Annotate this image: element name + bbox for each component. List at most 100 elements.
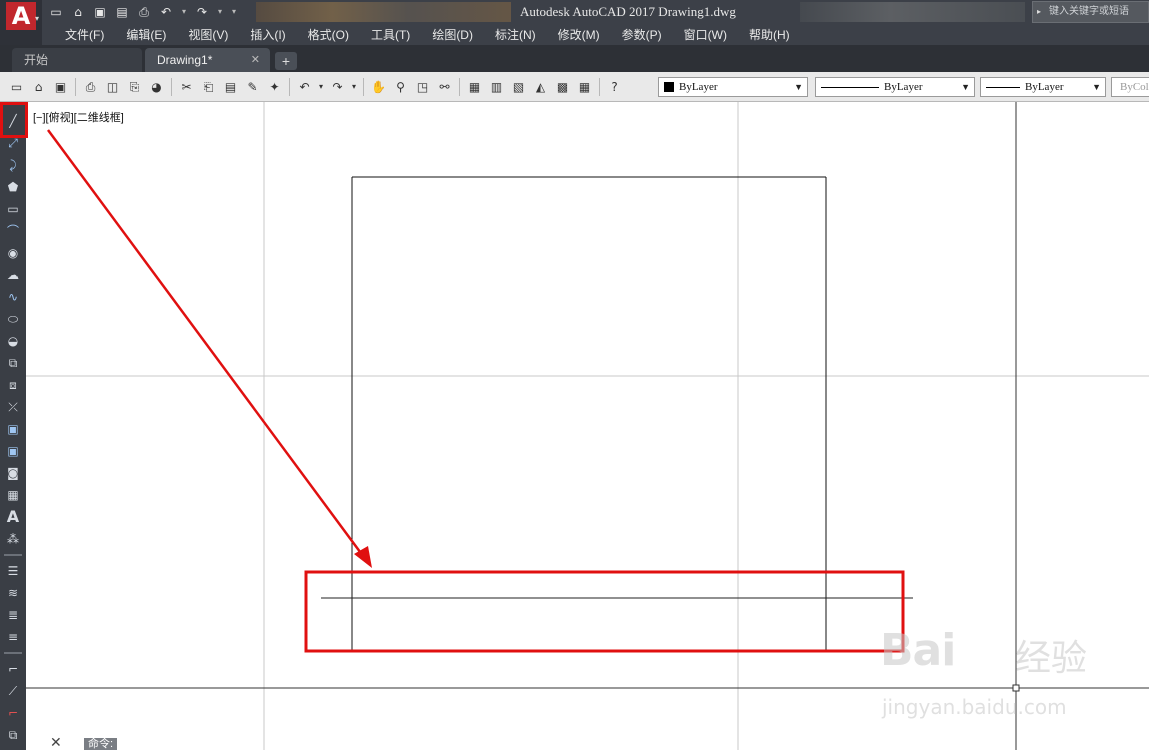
chevron-down-icon: ▼ <box>961 82 970 92</box>
menu-dimension[interactable]: 标注(N) <box>484 26 547 43</box>
print-icon[interactable]: ⎙ <box>134 3 154 21</box>
polygon-icon[interactable]: ⬟ <box>3 178 23 196</box>
open-icon[interactable]: ⌂ <box>68 3 88 21</box>
circle-icon[interactable]: ◉ <box>3 244 23 262</box>
redo-dropdown-icon[interactable]: ▾ <box>214 3 226 21</box>
save-icon[interactable]: ▣ <box>90 3 110 21</box>
ellipse-icon[interactable]: ⬭ <box>3 310 23 328</box>
undo-icon[interactable]: ↶ <box>156 3 176 21</box>
point-icon[interactable]: ⤫ <box>3 398 23 416</box>
publish-icon[interactable]: ⎘ <box>124 77 145 97</box>
menu-draw[interactable]: 绘图(D) <box>421 26 484 43</box>
arc-icon[interactable]: ⌒ <box>3 222 23 240</box>
menu-view[interactable]: 视图(V) <box>177 26 239 43</box>
chevron-down-icon: ▼ <box>794 82 803 92</box>
tool-palettes-icon[interactable]: ▧ <box>508 77 529 97</box>
paste-icon[interactable]: ▤ <box>220 77 241 97</box>
save-file-icon[interactable]: ▣ <box>50 77 71 97</box>
quickcalc-icon[interactable]: ▦ <box>574 77 595 97</box>
insert-block-icon[interactable]: ⧉ <box>3 354 23 372</box>
tab-drawing1-label: Drawing1* <box>157 53 213 67</box>
toolbar-separator <box>459 78 460 96</box>
command-line[interactable]: ✕ 命令: <box>26 733 266 750</box>
table-icon[interactable]: ▦ <box>3 486 23 504</box>
highlight-box-line <box>304 570 905 653</box>
search-input[interactable]: ▸ 键入关键字或短语 <box>1032 1 1149 23</box>
menu-insert[interactable]: 插入(I) <box>239 26 296 43</box>
new-icon[interactable]: ▭ <box>46 3 66 21</box>
spline-icon[interactable]: ∿ <box>3 288 23 306</box>
tab-start-label: 开始 <box>24 53 49 67</box>
title-ribbon-background-right <box>800 2 1025 22</box>
help-icon[interactable]: ? <box>604 77 625 97</box>
color-control-dropdown[interactable]: ByLayer ▼ <box>658 77 808 97</box>
gradient-icon[interactable]: ▣ <box>3 442 23 460</box>
fillet-icon[interactable]: ⌐ <box>3 660 23 678</box>
tab-start[interactable]: 开始 <box>12 48 142 72</box>
plot-preview-icon[interactable]: ◫ <box>102 77 123 97</box>
add-selected-icon[interactable]: ⁂ <box>3 530 23 548</box>
zoom-realtime-icon[interactable]: ⚲ <box>390 77 411 97</box>
menu-window[interactable]: 窗口(W) <box>673 26 738 43</box>
menu-modify[interactable]: 修改(M) <box>547 26 611 43</box>
lineweight-control-dropdown[interactable]: ByLayer ▼ <box>980 77 1106 97</box>
pan-icon[interactable]: ✋ <box>368 77 389 97</box>
ellipse-arc-icon[interactable]: ◒ <box>3 332 23 350</box>
blend-curves-icon[interactable]: ⌐ <box>3 704 23 722</box>
make-block-icon[interactable]: ⧈ <box>3 376 23 394</box>
menu-bar: 文件(F) 编辑(E) 视图(V) 插入(I) 格式(O) 工具(T) 绘图(D… <box>42 24 1149 45</box>
match-properties-icon[interactable]: ✎ <box>242 77 263 97</box>
layer-properties-icon[interactable]: ☰ <box>3 562 23 580</box>
properties-icon[interactable]: ▦ <box>464 77 485 97</box>
layer-previous-icon[interactable]: ≣ <box>3 606 23 624</box>
plotstyle-control-dropdown[interactable]: ByColor <box>1111 77 1149 97</box>
undo-toolbar-dropdown-icon[interactable]: ▾ <box>316 77 326 97</box>
redo-icon[interactable]: ↷ <box>192 3 212 21</box>
menu-parametric[interactable]: 参数(P) <box>611 26 673 43</box>
zoom-window-icon[interactable]: ◳ <box>412 77 433 97</box>
rectangle-icon[interactable]: ▭ <box>3 200 23 218</box>
autocad-logo-icon: A <box>6 2 36 30</box>
undo-toolbar-icon[interactable]: ↶ <box>294 77 315 97</box>
close-icon[interactable]: ✕ <box>50 735 62 750</box>
region-icon[interactable]: ◙ <box>3 464 23 482</box>
menu-tools[interactable]: 工具(T) <box>360 26 421 43</box>
undo-dropdown-icon[interactable]: ▾ <box>178 3 190 21</box>
markup-icon[interactable]: ▩ <box>552 77 573 97</box>
plot-icon[interactable]: ⎙ <box>80 77 101 97</box>
application-menu-button[interactable]: A ▾ <box>0 0 42 45</box>
redo-toolbar-dropdown-icon[interactable]: ▾ <box>349 77 359 97</box>
save-as-icon[interactable]: ▤ <box>112 3 132 21</box>
revision-cloud-icon[interactable]: ☁ <box>3 266 23 284</box>
menu-format[interactable]: 格式(O) <box>297 26 360 43</box>
chamfer-icon[interactable]: ⟋ <box>3 682 23 700</box>
tab-drawing1[interactable]: Drawing1* ✕ <box>145 48 270 72</box>
block-editor-icon[interactable]: ✦ <box>264 77 285 97</box>
layer-states-icon[interactable]: ≋ <box>3 584 23 602</box>
close-tab-icon[interactable]: ✕ <box>251 48 260 72</box>
menu-edit[interactable]: 编辑(E) <box>115 26 177 43</box>
polyline-icon[interactable]: ⤸ <box>3 156 23 174</box>
color-control-value: ByLayer <box>679 81 718 93</box>
zoom-previous-icon[interactable]: ⚯ <box>434 77 455 97</box>
design-center-icon[interactable]: ▥ <box>486 77 507 97</box>
layer-isolate-icon[interactable]: ≡ <box>3 628 23 646</box>
viewport-controls-label[interactable]: [−][俯视][二维线框] <box>33 109 124 125</box>
new-tab-button[interactable]: + <box>275 52 297 70</box>
cut-icon[interactable]: ✂ <box>176 77 197 97</box>
redo-toolbar-icon[interactable]: ↷ <box>327 77 348 97</box>
text-icon[interactable]: A <box>3 508 23 526</box>
copy-icon[interactable]: ⎗ <box>198 77 219 97</box>
toolbar-separator <box>4 652 22 654</box>
search-expand-icon[interactable]: ▸ <box>1037 2 1041 22</box>
join-icon[interactable]: ⧉ <box>3 726 23 744</box>
sheet-set-icon[interactable]: ◭ <box>530 77 551 97</box>
open-file-icon[interactable]: ⌂ <box>28 77 49 97</box>
linetype-control-dropdown[interactable]: ByLayer ▼ <box>815 77 975 97</box>
3d-print-icon[interactable]: ◕ <box>146 77 167 97</box>
menu-file[interactable]: 文件(F) <box>54 26 115 43</box>
hatch-icon[interactable]: ▣ <box>3 420 23 438</box>
qnew-icon[interactable]: ▭ <box>6 77 27 97</box>
menu-help[interactable]: 帮助(H) <box>738 26 801 43</box>
customize-qat-icon[interactable]: ▾ <box>228 3 240 21</box>
